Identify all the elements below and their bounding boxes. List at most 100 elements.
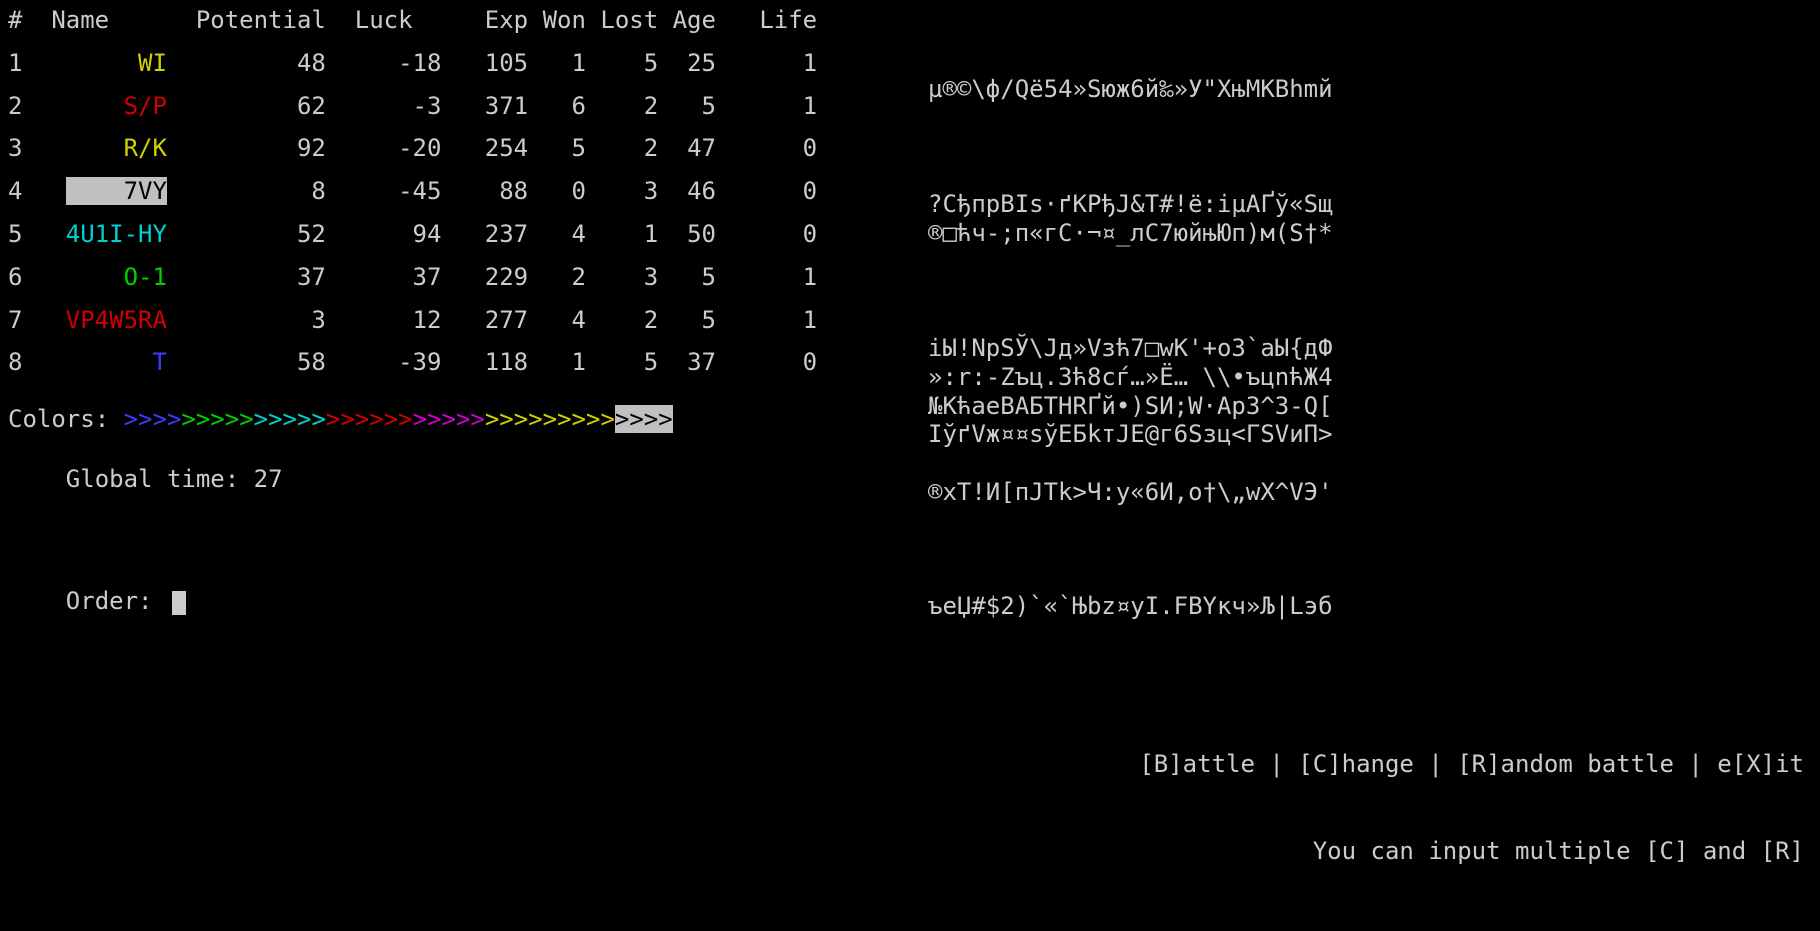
log-line [928, 276, 1808, 305]
global-time-value: 27 [254, 465, 283, 493]
row-exp: 277 [441, 306, 528, 335]
row-potential: 58 [167, 348, 326, 377]
row-luck: -18 [326, 49, 442, 78]
row-potential: 3 [167, 306, 326, 335]
row-life: 1 [716, 306, 817, 335]
row-luck: -3 [326, 92, 442, 121]
row-idx: 5 [8, 220, 37, 249]
row-lost: 2 [586, 92, 658, 121]
row-life: 1 [716, 263, 817, 292]
row-won: 1 [528, 49, 586, 78]
row-lost: 1 [586, 220, 658, 249]
row-luck: -45 [326, 177, 442, 206]
table-header: # Name Potential Luck Exp Won Lost Age L… [8, 6, 1812, 35]
row-life: 1 [716, 92, 817, 121]
row-won: 1 [528, 348, 586, 377]
row-age: 37 [658, 348, 716, 377]
chevron-segment: >>>> [124, 405, 182, 433]
row-luck: 37 [326, 263, 442, 292]
row-name: T [37, 348, 167, 377]
row-won: 6 [528, 92, 586, 121]
chevron-segment: >>>>>>>>> [485, 405, 615, 433]
row-potential: 8 [167, 177, 326, 206]
log-line: ®□ћч-;п«гС·¬¤_лС7юйњЮп)м(S†* [928, 219, 1808, 248]
row-name: WI [37, 49, 167, 78]
row-lost: 3 [586, 177, 658, 206]
row-life: 0 [716, 177, 817, 206]
row-idx: 2 [8, 92, 37, 121]
log-line: ®хТ!И[пЈТk>Ч:у«6И,о†\„wХ^VЭ' [928, 478, 1808, 507]
row-exp: 88 [441, 177, 528, 206]
cursor-icon [172, 591, 186, 615]
right-event-log: µ®©\ф/Qё54»Sюж6й‰»У"ХњМКВһmй ?СђпрВІs·ґКР… [928, 46, 1808, 507]
row-lost: 2 [586, 306, 658, 335]
chevron-segment: >>>>> [181, 405, 253, 433]
right-footer-garble: ъеЏ#$2)`«`Њbz¤уІ.FВҮкч»Љ|Lэб [928, 592, 1333, 621]
row-lost: 5 [586, 348, 658, 377]
log-line [928, 104, 1808, 133]
header-lost: Lost [586, 6, 658, 35]
colors-label: Colors: [8, 405, 124, 434]
row-name: 7VY [37, 177, 167, 206]
row-life: 0 [716, 220, 817, 249]
row-age: 5 [658, 92, 716, 121]
chevron-segment: >>>> [615, 405, 673, 433]
row-idx: 3 [8, 134, 37, 163]
row-name: S/P [37, 92, 167, 121]
row-won: 4 [528, 220, 586, 249]
order-label: Order: [66, 587, 167, 615]
header-age: Age [658, 6, 716, 35]
row-luck: -39 [326, 348, 442, 377]
header-won: Won [528, 6, 586, 35]
header-luck: Luck [326, 6, 442, 35]
row-life: 0 [716, 348, 817, 377]
log-line: µ®©\ф/Qё54»Sюж6й‰»У"ХњМКВһmй [928, 75, 1808, 104]
log-line: ӀўґVж¤¤ѕўЕБkтЈЕ@г6Sзц<ГЅVиП> [928, 420, 1808, 449]
header-exp: Exp [441, 6, 528, 35]
row-name: 4U1I-HY [37, 220, 167, 249]
log-line [928, 305, 1808, 334]
row-exp: 254 [441, 134, 528, 163]
row-life: 0 [716, 134, 817, 163]
row-exp: 237 [441, 220, 528, 249]
row-won: 2 [528, 263, 586, 292]
log-line [928, 449, 1808, 478]
row-potential: 62 [167, 92, 326, 121]
row-idx: 6 [8, 263, 37, 292]
row-potential: 37 [167, 263, 326, 292]
row-potential: 52 [167, 220, 326, 249]
log-line: ?СђпрВІs·ґКРђЈ&Т#!ё:іµАҐў«Sщ [928, 190, 1808, 219]
row-idx: 1 [8, 49, 37, 78]
global-time-label: Global time: [66, 465, 254, 493]
header-potential: Potential [167, 6, 326, 35]
log-line [928, 46, 1808, 75]
header-name: Name [37, 6, 167, 35]
order-prompt[interactable]: Order: [8, 558, 1812, 644]
row-life: 1 [716, 49, 817, 78]
log-line [928, 161, 1808, 190]
row-won: 0 [528, 177, 586, 206]
row-potential: 48 [167, 49, 326, 78]
row-name: VP4W5RA [37, 306, 167, 335]
row-age: 50 [658, 220, 716, 249]
menu-line-1: [B]attle | [C]hange | [R]andom battle | … [1139, 750, 1804, 779]
row-idx: 4 [8, 177, 37, 206]
log-line: »:r:-Zъц.Зћ8сѓ…»Ё… \\•ъцnћЖ4 [928, 363, 1808, 392]
row-won: 4 [528, 306, 586, 335]
row-lost: 5 [586, 49, 658, 78]
row-luck: 94 [326, 220, 442, 249]
row-exp: 229 [441, 263, 528, 292]
log-line [928, 248, 1808, 277]
log-line: іЫ!NрЅЎ\Јд»Vзћ7□wК'+о3`аЫ{дФ [928, 334, 1808, 363]
chevron-segment: >>>>> [413, 405, 485, 433]
log-line [928, 132, 1808, 161]
log-line: №КћаеВАБТНRҐй•)ЅИ;W·АрЗ^З-Q[ [928, 392, 1808, 421]
row-age: 25 [658, 49, 716, 78]
row-luck: 12 [326, 306, 442, 335]
row-exp: 105 [441, 49, 528, 78]
row-idx: 8 [8, 348, 37, 377]
row-age: 5 [658, 263, 716, 292]
row-idx: 7 [8, 306, 37, 335]
chevron-segment: >>>>>> [326, 405, 413, 433]
row-exp: 371 [441, 92, 528, 121]
